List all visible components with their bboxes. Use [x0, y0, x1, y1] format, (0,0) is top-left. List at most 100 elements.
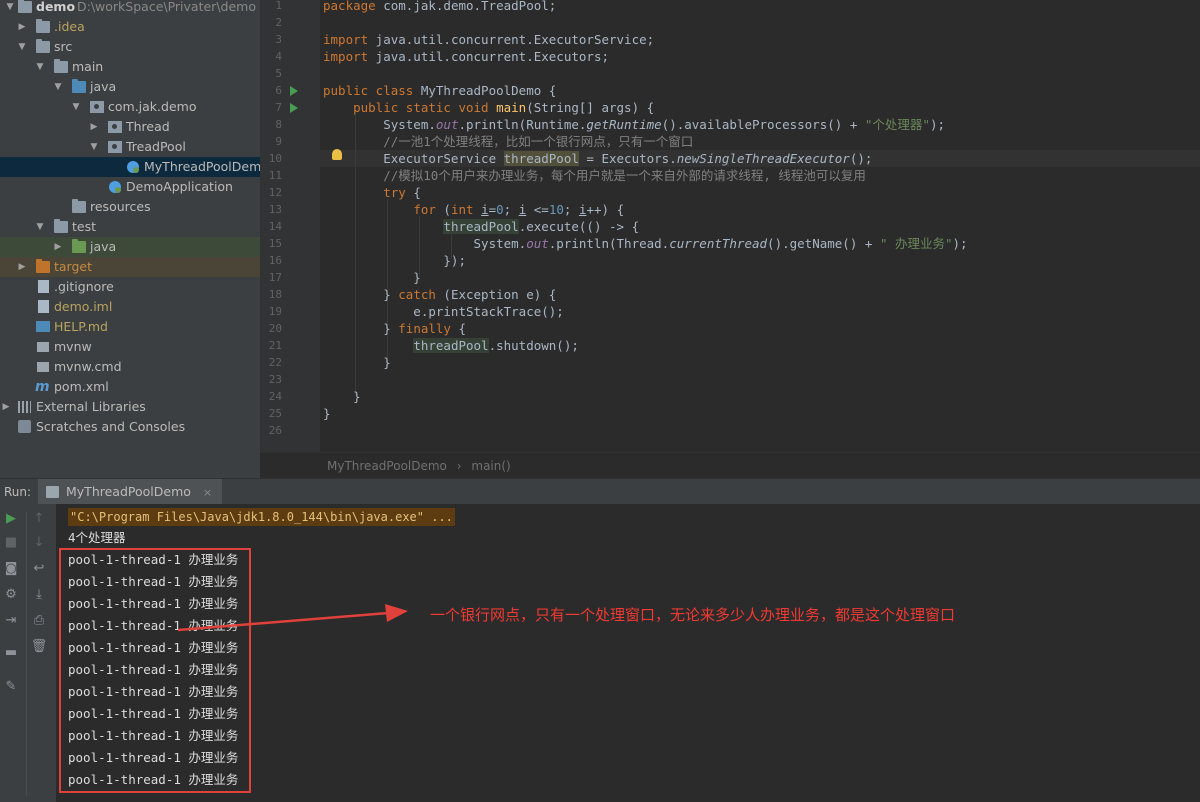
chevron-down-icon[interactable]: ▼: [88, 137, 100, 157]
run-class-icon[interactable]: [290, 86, 298, 96]
code-line-22[interactable]: }: [323, 354, 391, 371]
tree-item-src[interactable]: ▼ src: [0, 37, 260, 57]
code-line-16[interactable]: });: [323, 252, 466, 269]
tree-item-test[interactable]: ▼ test: [0, 217, 260, 237]
code-line-11[interactable]: //模拟10个用户来办理业务，每个用户就是一个来自外部的请求线程, 线程池可以复…: [323, 167, 866, 184]
chevron-down-icon[interactable]: ▼: [70, 97, 82, 117]
code-line-25[interactable]: }: [323, 405, 331, 422]
line-number[interactable]: 11: [260, 167, 282, 184]
tree-item-package[interactable]: ▼ com.jak.demo: [0, 97, 260, 117]
line-number[interactable]: 12: [260, 184, 282, 201]
line-number[interactable]: 25: [260, 405, 282, 422]
line-number[interactable]: 17: [260, 269, 282, 286]
settings-icon[interactable]: ⚙: [2, 586, 20, 604]
stop-icon[interactable]: ■: [2, 534, 20, 552]
run-main-icon[interactable]: [290, 103, 298, 113]
tree-item-mvnw[interactable]: mvnw: [0, 337, 260, 357]
down-arrow-icon[interactable]: ↓: [30, 534, 48, 552]
chevron-down-icon[interactable]: ▼: [34, 57, 46, 77]
chevron-right-icon[interactable]: ▶: [16, 17, 28, 37]
code-line-4[interactable]: import java.util.concurrent.Executors;: [323, 48, 609, 65]
chevron-right-icon[interactable]: ▶: [16, 257, 28, 277]
tree-item-main[interactable]: ▼ main: [0, 57, 260, 77]
code-line-10[interactable]: ExecutorService threadPool = Executors.n…: [323, 150, 872, 167]
tree-item-demo-iml[interactable]: demo.iml: [0, 297, 260, 317]
line-number[interactable]: 22: [260, 354, 282, 371]
chevron-down-icon[interactable]: ▼: [16, 37, 28, 57]
layout-icon[interactable]: ▬: [2, 644, 20, 662]
soft-wrap-icon[interactable]: ↩: [30, 560, 48, 578]
breadcrumb-method[interactable]: main(): [471, 459, 510, 473]
line-number[interactable]: 13: [260, 201, 282, 218]
tree-item-demo-root[interactable]: ▼ demo D:\workSpace\Privater\demo: [0, 0, 260, 17]
line-number[interactable]: 8: [260, 116, 282, 133]
line-number[interactable]: 3: [260, 31, 282, 48]
chevron-down-icon[interactable]: ▼: [52, 77, 64, 97]
code-line-6[interactable]: public class MyThreadPoolDemo {: [323, 82, 556, 99]
run-tab-mythreadpooldemo[interactable]: MyThreadPoolDemo ×: [38, 479, 223, 505]
line-number[interactable]: 4: [260, 48, 282, 65]
pin-icon[interactable]: ✎: [2, 678, 20, 696]
line-number[interactable]: 15: [260, 235, 282, 252]
tree-item-gitignore[interactable]: .gitignore: [0, 277, 260, 297]
code-line-24[interactable]: }: [323, 388, 361, 405]
line-number[interactable]: 16: [260, 252, 282, 269]
code-editor[interactable]: 1 2 3 4 5 6 7 8 9 10 11 12 13 14 15 16 17 18 19 20 21 22 23 24 2…: [260, 0, 1200, 452]
tree-item-external-libraries[interactable]: ▶ External Libraries: [0, 397, 260, 417]
up-arrow-icon[interactable]: ↑: [30, 510, 48, 528]
trash-icon[interactable]: 🗑: [30, 638, 48, 656]
code-line-17[interactable]: }: [323, 269, 421, 286]
code-line-8[interactable]: System.out.println(Runtime.getRuntime().…: [323, 116, 945, 133]
tree-item-scratches[interactable]: Scratches and Consoles: [0, 417, 260, 437]
tree-item-mvnw-cmd[interactable]: mvnw.cmd: [0, 357, 260, 377]
tree-item-demoapplication[interactable]: DemoApplication: [0, 177, 260, 197]
breadcrumb-class[interactable]: MyThreadPoolDemo: [327, 459, 447, 473]
line-number[interactable]: 20: [260, 320, 282, 337]
code-line-3[interactable]: import java.util.concurrent.ExecutorServ…: [323, 31, 654, 48]
line-number[interactable]: 9: [260, 133, 282, 150]
tree-item-treadpool[interactable]: ▼ TreadPool: [0, 137, 260, 157]
tree-item-mythreadpooldemo[interactable]: MyThreadPoolDemo: [0, 157, 260, 177]
line-number[interactable]: 23: [260, 371, 282, 388]
code-line-19[interactable]: e.printStackTrace();: [323, 303, 564, 320]
tree-item-idea[interactable]: ▶ .idea: [0, 17, 260, 37]
code-line-13[interactable]: for (int i=0; i <=10; i++) {: [323, 201, 624, 218]
line-number[interactable]: 14: [260, 218, 282, 235]
scroll-to-end-icon[interactable]: ⤓: [30, 586, 48, 604]
code-line-21[interactable]: threadPool.shutdown();: [323, 337, 579, 354]
line-number[interactable]: 7: [260, 99, 282, 116]
code-line-7[interactable]: public static void main(String[] args) {: [323, 99, 654, 116]
tree-item-test-java[interactable]: ▶ java: [0, 237, 260, 257]
tree-item-main-java[interactable]: ▼ java: [0, 77, 260, 97]
line-number[interactable]: 21: [260, 337, 282, 354]
exit-icon[interactable]: ⇥: [2, 612, 20, 630]
tree-item-target[interactable]: ▶ target: [0, 257, 260, 277]
tree-item-help-md[interactable]: HELP.md: [0, 317, 260, 337]
line-number[interactable]: 26: [260, 422, 282, 439]
dump-threads-icon[interactable]: ◙: [2, 560, 20, 578]
tree-item-pom[interactable]: m pom.xml: [0, 377, 260, 397]
chevron-right-icon[interactable]: ▶: [52, 237, 64, 257]
code-line-20[interactable]: } finally {: [323, 320, 466, 337]
chevron-down-icon[interactable]: ▼: [4, 0, 16, 17]
line-number[interactable]: 24: [260, 388, 282, 405]
line-number[interactable]: 18: [260, 286, 282, 303]
rerun-icon[interactable]: ▶: [2, 510, 20, 528]
code-line-15[interactable]: System.out.println(Thread.currentThread(…: [323, 235, 968, 252]
chevron-right-icon[interactable]: ▶: [88, 117, 100, 137]
line-number[interactable]: 2: [260, 14, 282, 31]
code-line-9[interactable]: //一池1个处理线程，比如一个银行网点，只有一个窗口: [323, 133, 693, 150]
chevron-right-icon[interactable]: ▶: [0, 397, 12, 417]
close-icon[interactable]: ×: [203, 486, 212, 499]
tree-item-thread[interactable]: ▶ Thread: [0, 117, 260, 137]
chevron-down-icon[interactable]: ▼: [34, 217, 46, 237]
line-number[interactable]: 5: [260, 65, 282, 82]
line-number[interactable]: 19: [260, 303, 282, 320]
code-line-1[interactable]: package com.jak.demo.TreadPool;: [323, 0, 556, 14]
print-icon[interactable]: ⎙: [30, 612, 48, 630]
code-line-14[interactable]: threadPool.execute(() -> {: [323, 218, 639, 235]
code-line-12[interactable]: try {: [323, 184, 421, 201]
line-number[interactable]: 6: [260, 82, 282, 99]
line-number[interactable]: 1: [260, 0, 282, 14]
code-line-18[interactable]: } catch (Exception e) {: [323, 286, 556, 303]
